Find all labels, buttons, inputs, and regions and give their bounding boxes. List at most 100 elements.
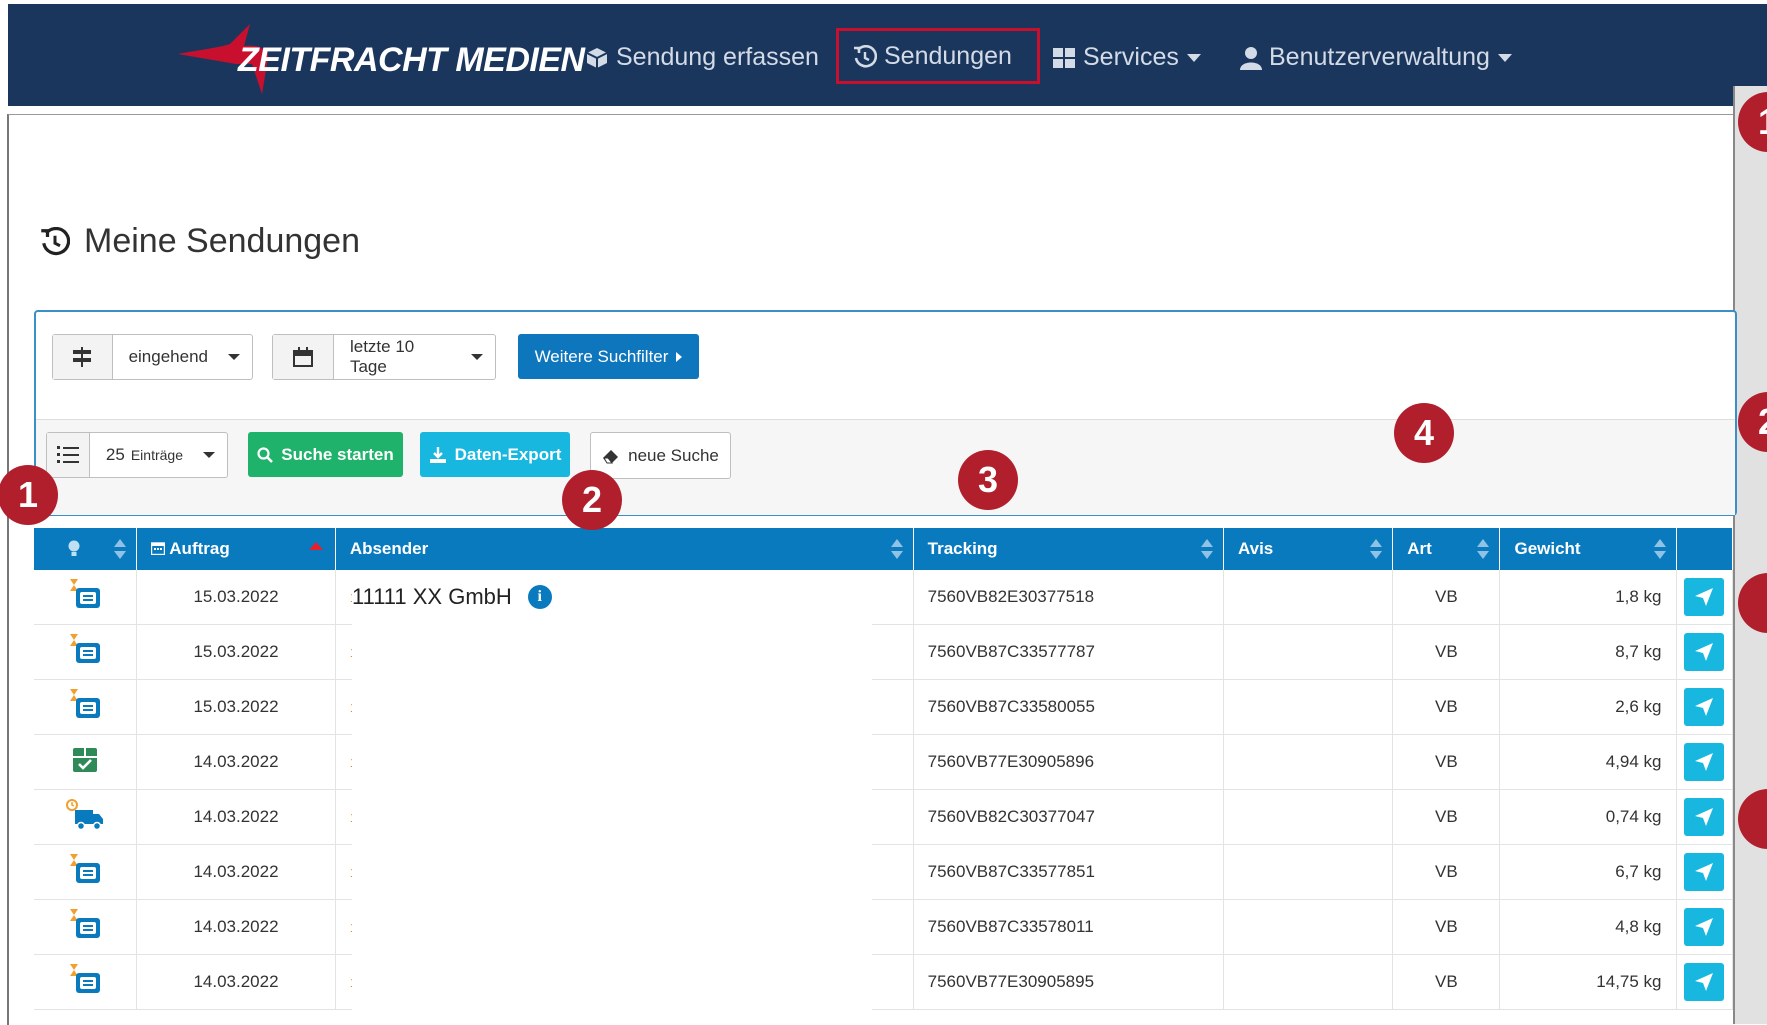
col-gewicht[interactable]: Gewicht [1499,528,1677,570]
date-cell: 15.03.2022 [136,679,336,735]
top-navbar: ZEITFRACHT MEDIEN Sendung erfassen Sendu… [8,4,1767,106]
send-button[interactable] [1684,688,1725,726]
pending-envelope-icon [70,908,101,938]
table-row[interactable]: 15.03.202217560VB82E30377518VB1,8 kg [34,570,1733,625]
table-row[interactable]: 14.03.202217560VB87C33578011VB4,8 kg [34,899,1733,955]
new-search-button[interactable]: neue Suche [590,432,731,479]
export-button[interactable]: Daten-Export [420,432,570,477]
status-cell [34,734,138,790]
nav-sendungen[interactable]: Sendungen [836,28,1040,84]
chevron-down-icon [1497,54,1512,63]
table-row[interactable]: 14.03.202217560VB87C33577851VB6,7 kg [34,844,1733,900]
pending-envelope-icon [70,963,101,993]
avis-cell [1223,899,1394,955]
sort-icon [890,539,903,559]
table-row[interactable]: 14.03.202217560VB82C30377047VB0,74 kg [34,789,1733,845]
annotation-marker-2: 2 [562,470,622,530]
more-filters-button[interactable]: Weitere Suchfilter [518,334,699,379]
weight-cell: 14,75 kg [1499,954,1677,1010]
entries-select[interactable]: 25 Einträge [46,432,228,478]
download-icon [429,446,446,463]
nav-services[interactable]: Services [1052,38,1201,76]
sort-icon [114,539,127,559]
page-title-text: Meine Sendungen [84,222,361,260]
list-ol-icon [56,446,79,463]
signpost-icon [73,347,92,367]
search-button[interactable]: Suche starten [248,432,403,477]
action-cell [1676,954,1733,1010]
page-title: Meine Sendungen [40,222,360,261]
avis-cell [1223,734,1394,790]
send-button[interactable] [1684,963,1725,1001]
paper-plane-icon [1695,918,1714,936]
calendar-icon [292,347,313,367]
avis-cell [1223,679,1394,735]
send-button[interactable] [1684,578,1725,616]
status-cell [34,789,138,845]
date-cell: 14.03.2022 [136,899,336,955]
tracking-cell[interactable]: 7560VB87C33578011 [913,899,1224,955]
tracking-cell[interactable]: 7560VB87C33580055 [913,679,1224,735]
tracking-cell[interactable]: 7560VB82C30377047 [913,789,1224,845]
col-absender[interactable]: Absender [335,528,914,570]
chevron-down-icon [203,452,215,458]
send-button[interactable] [1684,743,1725,781]
table-row[interactable]: 15.03.202217560VB87C33580055VB2,6 kg [34,679,1733,735]
paper-plane-icon [1695,588,1714,606]
send-button[interactable] [1684,633,1725,671]
nav-sendung-erfassen[interactable]: Sendung erfassen [585,38,819,76]
absender-name: 11111 XX GmbH [352,584,512,609]
info-icon[interactable]: i [527,585,552,609]
export-label: Daten-Export [454,444,562,464]
send-button[interactable] [1684,908,1725,946]
art-cell: VB [1392,624,1501,680]
eraser-icon [603,449,619,463]
col-art[interactable]: Art [1392,528,1501,570]
action-cell [1676,570,1733,625]
tracking-cell[interactable]: 7560VB82E30377518 [913,570,1224,625]
date-cell: 14.03.2022 [136,954,336,1010]
period-select[interactable]: letzte 10 Tage [272,334,496,380]
weight-cell: 0,74 kg [1499,789,1677,845]
action-cell [1676,789,1733,845]
lightbulb-icon [68,540,80,556]
avis-cell [1223,844,1394,900]
weight-cell: 4,8 kg [1499,899,1677,955]
col-avis[interactable]: Avis [1223,528,1394,570]
paper-plane-icon [1695,808,1714,826]
tracking-cell[interactable]: 7560VB87C33577787 [913,624,1224,680]
avis-cell [1223,570,1394,625]
col-auftrag[interactable]: Auftrag [136,528,336,570]
col-status[interactable] [34,528,138,570]
status-cell [34,624,138,680]
date-cell: 14.03.2022 [136,734,336,790]
art-cell: VB [1392,844,1501,900]
paper-plane-icon [1695,643,1714,661]
nav-benutzerverwaltung[interactable]: Benutzerverwaltung [1240,38,1512,76]
direction-value: eingehend [128,347,208,366]
entries-addon [47,433,90,477]
annotation-marker-1: 1 [0,465,58,525]
tracking-cell[interactable]: 7560VB87C33577851 [913,844,1224,900]
tracking-cell[interactable]: 7560VB77E30905896 [913,734,1224,790]
date-cell: 14.03.2022 [136,789,336,845]
col-label: Absender [349,539,429,558]
nav-label: Benutzerverwaltung [1269,43,1490,71]
avis-cell [1223,789,1394,845]
send-button[interactable] [1684,853,1725,891]
entries-count: 25 [105,445,125,464]
col-tracking[interactable]: Tracking [913,528,1224,570]
direction-select[interactable]: eingehend [52,334,253,380]
status-cell [34,844,138,900]
weight-cell: 2,6 kg [1499,679,1677,735]
table-row[interactable]: 15.03.202217560VB87C33577787VB8,7 kg [34,624,1733,680]
truck-transit-icon [66,798,104,830]
table-row[interactable]: 14.03.202217560VB77E30905896VB4,94 kg [34,734,1733,790]
action-cell [1676,734,1733,790]
send-button[interactable] [1684,798,1725,836]
weight-cell: 8,7 kg [1499,624,1677,680]
table-row[interactable]: 14.03.202217560VB77E30905895VB14,75 kg [34,954,1733,1010]
tracking-cell[interactable]: 7560VB77E30905895 [913,954,1224,1010]
art-cell: VB [1392,570,1501,625]
brand-name[interactable]: ZEITFRACHT MEDIEN [238,41,585,80]
